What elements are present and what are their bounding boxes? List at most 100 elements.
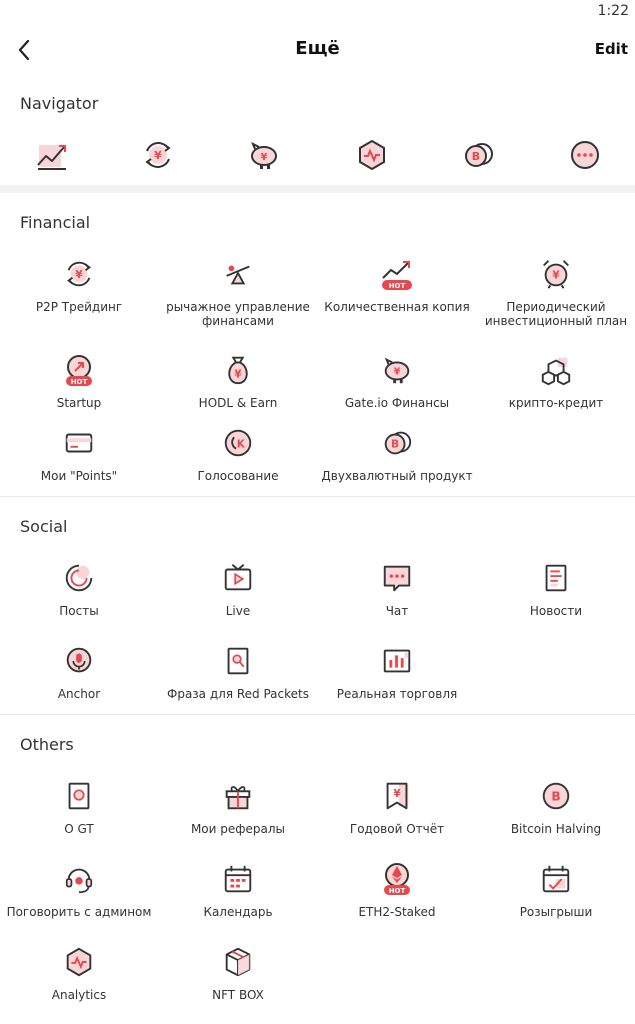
section-divider xyxy=(0,496,635,497)
item-label: Количественная копия xyxy=(324,300,470,314)
item-label: Мои "Points" xyxy=(40,469,118,483)
item-label: Посты xyxy=(59,604,99,618)
others-item-contact-admin[interactable]: Поговорить с админом xyxy=(0,861,158,919)
social-item-news[interactable]: Новости xyxy=(477,560,635,618)
social-item-chat[interactable]: Чат xyxy=(318,560,476,618)
hot-badge: HOT xyxy=(389,887,406,895)
alarm-clock-icon: ¥ xyxy=(538,256,574,292)
social-section-title: Social xyxy=(20,517,68,536)
svg-text:¥: ¥ xyxy=(234,369,242,381)
nav-more-icon[interactable] xyxy=(565,135,605,175)
others-item-calendar[interactable]: Календарь xyxy=(159,861,317,919)
item-label: ETH2-Staked xyxy=(358,905,436,919)
cubes-icon xyxy=(538,352,574,388)
gift-icon xyxy=(220,778,256,814)
section-divider xyxy=(0,185,635,193)
item-label: Live xyxy=(225,604,251,618)
financial-item-crypto-loan[interactable]: крипто-кредит xyxy=(477,352,635,410)
others-item-giveaways[interactable]: Розыгрыши xyxy=(477,861,635,919)
item-label: NFT BOX xyxy=(212,988,264,1002)
svg-text:¥: ¥ xyxy=(394,367,401,378)
social-item-posts[interactable]: Посты xyxy=(0,560,158,618)
header: Ещё Edit xyxy=(0,28,635,72)
nav-quant-copy-icon[interactable] xyxy=(32,135,72,175)
item-label: Голосование xyxy=(197,469,279,483)
microphone-icon xyxy=(61,643,97,679)
financial-item-p2p-trading[interactable]: ¥ P2P Трейдинг xyxy=(0,256,158,314)
hot-badge: HOT xyxy=(389,282,406,290)
nav-dual-coin-icon[interactable]: B xyxy=(458,135,498,175)
financial-item-startup[interactable]: HOT Startup xyxy=(0,352,158,410)
financial-item-hodl-earn[interactable]: ¥ HODL & Earn xyxy=(159,352,317,410)
financial-item-periodic-plan[interactable]: ¥ Периодический инвестиционный план xyxy=(477,256,635,328)
item-label: Фраза для Red Packets xyxy=(167,687,309,701)
item-label: рычажное управление финансами xyxy=(166,300,310,328)
others-item-analytics[interactable]: Analytics xyxy=(0,944,158,1002)
item-label: Мои рефералы xyxy=(190,822,286,836)
item-label: Analytics xyxy=(51,988,107,1002)
startup-hot-icon: HOT xyxy=(61,352,97,388)
svg-text:¥: ¥ xyxy=(154,149,162,162)
p2p-exchange-icon: ¥ xyxy=(61,256,97,292)
svg-text:B: B xyxy=(472,150,480,163)
leverage-percent-icon xyxy=(220,256,256,292)
svg-text:B: B xyxy=(551,790,560,804)
red-packet-icon xyxy=(220,643,256,679)
bar-chart-icon xyxy=(379,643,415,679)
box-icon xyxy=(220,944,256,980)
others-item-referrals[interactable]: Мои рефералы xyxy=(159,778,317,836)
calendar-icon xyxy=(220,861,256,897)
others-item-annual-report[interactable]: ¥ Годовой Отчёт xyxy=(318,778,476,836)
svg-text:¥: ¥ xyxy=(261,152,268,163)
nav-piggy-bank-icon[interactable]: ¥ xyxy=(244,135,284,175)
gt-document-icon xyxy=(61,778,97,814)
dual-coin-icon: B xyxy=(379,425,415,461)
financial-item-leverage-finance[interactable]: рычажное управление финансами xyxy=(159,256,317,328)
others-item-about-gt[interactable]: О GT xyxy=(0,778,158,836)
financial-item-voting[interactable]: K Голосование xyxy=(159,425,317,483)
social-item-real-trading[interactable]: Реальная торговля xyxy=(318,643,476,701)
financial-item-gateio-finance[interactable]: ¥ Gate.io Финансы xyxy=(318,352,476,410)
navigator-section-title: Navigator xyxy=(20,94,99,113)
svg-text:¥: ¥ xyxy=(75,269,83,281)
money-bag-icon: ¥ xyxy=(220,352,256,388)
svg-text:K: K xyxy=(237,439,246,451)
item-label: крипто-кредит xyxy=(508,396,604,410)
voting-coin-icon: K xyxy=(220,425,256,461)
others-item-eth2-staked[interactable]: HOT ETH2-Staked xyxy=(318,861,476,919)
svg-text:¥: ¥ xyxy=(552,270,560,282)
status-time: 1:22 xyxy=(597,3,629,19)
page-title: Ещё xyxy=(295,38,340,59)
nav-p2p-exchange-icon[interactable]: ¥ xyxy=(138,135,178,175)
section-divider xyxy=(0,714,635,715)
others-item-nft-box[interactable]: NFT BOX xyxy=(159,944,317,1002)
analytics-hexagon-icon xyxy=(61,944,97,980)
posts-ring-icon xyxy=(61,560,97,596)
item-label: О GT xyxy=(64,822,94,836)
social-item-anchor[interactable]: Anchor xyxy=(0,643,158,701)
others-item-bitcoin-halving[interactable]: B Bitcoin Halving xyxy=(477,778,635,836)
card-icon xyxy=(61,425,97,461)
headset-icon xyxy=(61,861,97,897)
financial-item-dual-currency[interactable]: B Двухвалютный продукт xyxy=(318,425,476,483)
financial-section-title: Financial xyxy=(20,213,91,232)
social-item-live[interactable]: Live xyxy=(159,560,317,618)
giveaway-calendar-icon xyxy=(538,861,574,897)
report-bookmark-icon: ¥ xyxy=(379,778,415,814)
chat-bubble-icon xyxy=(379,560,415,596)
edit-button[interactable]: Edit xyxy=(595,40,628,58)
item-label: Поговорить с админом xyxy=(6,905,152,919)
tv-icon xyxy=(220,560,256,596)
svg-text:¥: ¥ xyxy=(393,788,401,800)
news-document-icon xyxy=(538,560,574,596)
item-label: HODL & Earn xyxy=(198,396,278,410)
bitcoin-coin-icon: B xyxy=(538,778,574,814)
financial-item-quant-copy[interactable]: HOT Количественная копия xyxy=(318,256,476,314)
item-label: Gate.io Финансы xyxy=(344,396,450,410)
nav-hexagon-chart-icon[interactable] xyxy=(352,135,392,175)
item-label: Startup xyxy=(56,396,102,410)
item-label: Периодический инвестиционный план xyxy=(484,300,628,328)
financial-item-points[interactable]: Мои "Points" xyxy=(0,425,158,483)
social-item-red-packets[interactable]: Фраза для Red Packets xyxy=(159,643,317,701)
piggy-bank-icon: ¥ xyxy=(379,352,415,388)
